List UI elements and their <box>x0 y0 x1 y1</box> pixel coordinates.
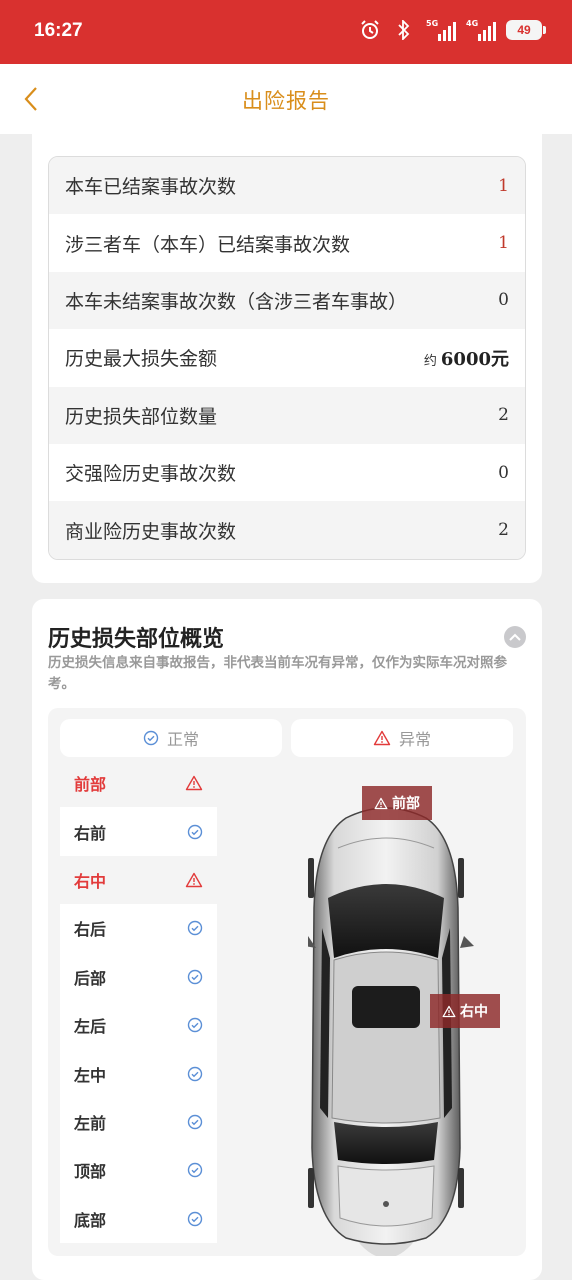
stat-row: 本车已结案事故次数 1 <box>49 157 525 215</box>
part-item-right-middle: 右中 <box>60 856 217 904</box>
stat-row: 本车未结案事故次数（含涉三者车事故） 0 <box>49 271 525 330</box>
damage-overview-card: 历史损失部位概览 历史损失信息来自事故报告，非代表当前车况有异常，仅作为实际车况… <box>32 599 542 1280</box>
chevron-up-icon <box>509 633 521 641</box>
part-item-right-front: 右前 <box>60 807 217 856</box>
stat-row: 商业险历史事故次数 2 <box>49 501 525 559</box>
part-label: 左中 <box>74 1065 107 1085</box>
status-bar: 16:27 5G 4G 49 <box>0 0 572 64</box>
collapse-button[interactable] <box>504 626 526 648</box>
stat-value: 2 <box>498 405 509 426</box>
stat-row: 涉三者车（本车）已结案事故次数 1 <box>49 214 525 272</box>
status-time: 16:27 <box>34 20 83 41</box>
car-tag-right-middle: 右中 <box>430 994 500 1028</box>
part-item-right-rear: 右后 <box>60 904 217 953</box>
bluetooth-icon <box>392 18 416 42</box>
battery-indicator: 49 <box>506 20 546 40</box>
stat-value-group: 约 6000元 <box>424 345 509 371</box>
car-tag-front: 前部 <box>362 786 432 820</box>
stat-row: 历史损失部位数量 2 <box>49 386 525 444</box>
section-note: 历史损失信息来自事故报告，非代表当前车况有异常，仅作为实际车况对照参考。 <box>48 655 507 692</box>
stat-value: 6000元 <box>440 348 509 370</box>
check-circle-icon <box>187 969 203 984</box>
check-circle-icon <box>187 1114 203 1130</box>
signal-4g-icon: 4G <box>466 19 496 41</box>
part-item-roof: 顶部 <box>60 1146 217 1195</box>
legend-abnormal-label: 异常 <box>398 730 431 749</box>
stat-label: 涉三者车（本车）已结案事故次数 <box>65 233 351 256</box>
stat-value: 0 <box>498 462 509 483</box>
check-circle-icon <box>187 921 203 936</box>
part-label: 右中 <box>74 871 107 891</box>
stat-row: 历史最大损失金额 约 6000元 <box>49 329 525 387</box>
accident-stats-table: 本车已结案事故次数 1 涉三者车（本车）已结案事故次数 1 本车未结案事故次数（… <box>48 156 526 560</box>
part-label: 右前 <box>74 823 107 843</box>
check-circle-icon <box>187 1211 203 1226</box>
status-icons: 5G 4G 49 <box>358 18 546 42</box>
page-title: 出险报告 <box>242 89 330 113</box>
stat-label: 商业险历史事故次数 <box>65 520 237 543</box>
part-label: 底部 <box>74 1210 107 1230</box>
page-header: 出险报告 <box>0 64 572 134</box>
legend-normal-label: 正常 <box>166 730 199 749</box>
part-item-underbody: 底部 <box>60 1194 217 1243</box>
stat-value: 0 <box>498 290 509 311</box>
warning-icon <box>442 1005 456 1017</box>
check-circle-icon <box>187 1066 203 1081</box>
part-item-left-middle: 左中 <box>60 1049 217 1098</box>
part-item-left-rear: 左后 <box>60 1000 217 1050</box>
check-circle-icon <box>187 824 203 839</box>
stat-value: 1 <box>498 233 509 254</box>
part-label: 左前 <box>74 1113 107 1133</box>
signal-5g-icon: 5G <box>426 19 456 41</box>
part-label: 左后 <box>74 1017 107 1037</box>
part-item-rear: 后部 <box>60 952 217 1001</box>
part-label: 前部 <box>74 775 107 795</box>
section-title: 历史损失部位概览 <box>48 627 225 652</box>
car-diagram: 前部 右中 <box>304 786 526 1256</box>
warning-icon <box>373 730 391 746</box>
legend-abnormal: 异常 <box>291 719 513 757</box>
stat-value: 1 <box>498 175 509 196</box>
check-circle-icon <box>187 1163 203 1178</box>
warning-icon <box>185 775 203 791</box>
part-item-left-front: 左前 <box>60 1097 217 1147</box>
legend-normal: 正常 <box>60 719 282 757</box>
part-label: 顶部 <box>74 1162 107 1182</box>
stat-prefix: 约 <box>423 353 437 369</box>
stat-label: 本车未结案事故次数（含涉三者车事故） <box>65 290 408 313</box>
stat-label: 交强险历史事故次数 <box>65 463 237 486</box>
stat-value: 2 <box>498 520 509 541</box>
warning-icon <box>185 872 203 888</box>
part-label: 后部 <box>74 968 107 988</box>
alarm-icon <box>358 18 382 42</box>
stat-label: 本车已结案事故次数 <box>65 176 237 199</box>
car-tag-label: 右中 <box>460 1004 488 1020</box>
damage-panel: 正常 异常 前部 右前 右中 右后 后部 左后 左中 左前 顶部 底部 前部 右… <box>48 708 526 1256</box>
accident-stats-card: 本车已结案事故次数 1 涉三者车（本车）已结案事故次数 1 本车未结案事故次数（… <box>32 134 542 583</box>
check-circle-icon <box>187 1017 203 1033</box>
car-tag-label: 前部 <box>392 796 420 812</box>
part-label: 右后 <box>74 920 107 940</box>
part-item-front: 前部 <box>60 759 217 807</box>
stat-row: 交强险历史事故次数 0 <box>49 443 525 502</box>
stat-label: 历史损失部位数量 <box>65 405 218 428</box>
damage-part-list: 前部 右前 右中 右后 后部 左后 左中 左前 顶部 底部 <box>60 759 217 1243</box>
check-circle-icon <box>143 730 159 746</box>
warning-icon <box>374 797 388 809</box>
stat-label: 历史最大损失金额 <box>65 348 218 371</box>
